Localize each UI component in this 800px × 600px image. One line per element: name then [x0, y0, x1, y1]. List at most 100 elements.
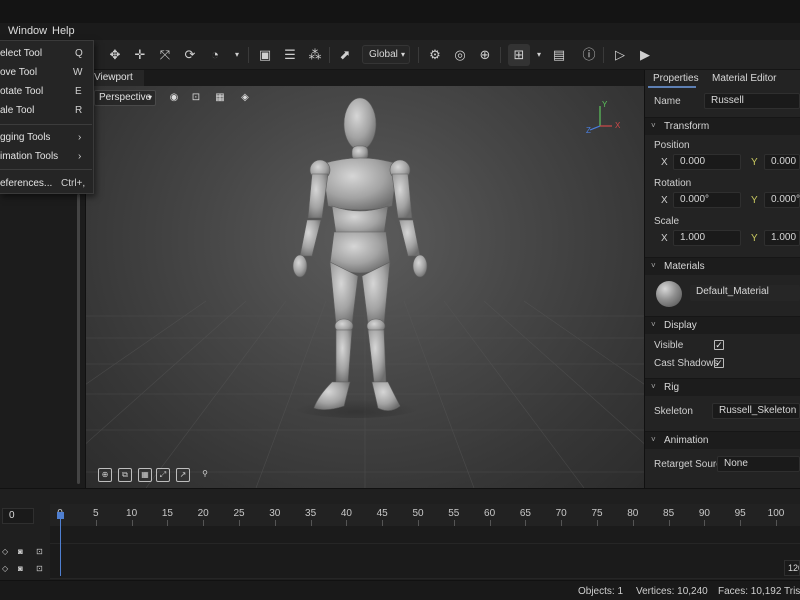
tab-properties[interactable]: Properties — [653, 73, 699, 84]
timeline-track[interactable] — [50, 526, 800, 544]
menu-item-rigging-tools[interactable]: gging Tools › — [0, 129, 92, 147]
scale-label: Scale — [654, 216, 680, 227]
info-icon[interactable]: ⓘ — [580, 46, 598, 64]
layout-grid-icon[interactable]: ⊞ — [510, 46, 528, 64]
section-materials[interactable]: ˅ Materials — [645, 257, 800, 275]
rotation-y-label: Y — [751, 195, 758, 206]
camera-icon[interactable]: ◙ — [18, 547, 23, 556]
keyframe-icon[interactable]: ◇ — [2, 564, 8, 573]
material-preview-sphere[interactable] — [656, 281, 682, 307]
chevron-right-icon: › — [78, 151, 82, 162]
menu-item-rotate-tool[interactable]: otate Tool E — [0, 83, 92, 101]
select-pointer-icon[interactable]: ⬈ — [336, 46, 354, 64]
retarget-source-field[interactable]: None — [717, 456, 800, 472]
tab-material-editor[interactable]: Material Editor — [712, 73, 776, 84]
menu-item-shortcut: Ctrl+, — [61, 178, 86, 189]
frame-selected-icon[interactable]: ⊕ — [98, 468, 112, 482]
maximize-icon[interactable]: ⤢ — [156, 468, 170, 482]
position-y-field[interactable]: 0.000 — [764, 154, 800, 170]
visible-checkbox[interactable]: ✓ — [714, 340, 724, 350]
pose-icon[interactable]: ⚲ — [198, 468, 212, 482]
current-frame-field[interactable]: 0 — [2, 508, 34, 524]
move-icon[interactable]: ✥ — [106, 46, 124, 64]
cast-shadows-checkbox[interactable]: ✓ — [714, 358, 724, 368]
lock-icon[interactable]: ⊡ — [36, 547, 43, 556]
rotation-x-label: X — [661, 195, 668, 206]
timeline-tick-label: 5 — [93, 508, 99, 519]
chevron-down-icon[interactable]: ▾ — [228, 46, 246, 64]
section-display-label: Display — [664, 320, 697, 331]
transform-mode-icon[interactable]: ◔ — [206, 46, 224, 64]
playhead-handle[interactable] — [57, 512, 64, 519]
transform-space-dropdown[interactable]: Global ▾ — [362, 45, 410, 64]
material-slot[interactable]: Default_Material — [690, 285, 800, 301]
timeline-tick-label: 30 — [269, 508, 281, 519]
rotate-icon[interactable]: ⟳ — [181, 46, 199, 64]
viewport[interactable]: Y X Z — [86, 86, 644, 488]
transform-space-value: Global — [369, 49, 398, 60]
timeline-tick-label: 50 — [412, 508, 424, 519]
menu-item-move-tool[interactable]: ove Tool W — [0, 64, 92, 82]
grid-toggle-icon[interactable]: ▦ — [138, 468, 152, 482]
camera-icon[interactable]: ◙ — [18, 564, 23, 573]
menu-item-animation-tools[interactable]: imation Tools › — [0, 148, 92, 166]
tab-viewport[interactable]: Viewport — [88, 70, 144, 86]
section-animation[interactable]: ˅ Animation — [645, 431, 800, 449]
camera-icon[interactable]: ⧉ — [118, 468, 132, 482]
keyframe-icon[interactable]: ◇ — [2, 547, 8, 556]
chevron-down-icon: ˅ — [651, 261, 656, 270]
menu-item-scale-tool[interactable]: ale Tool R — [0, 102, 92, 120]
menu-window[interactable]: Window — [8, 25, 47, 37]
snap-icon[interactable]: ↗ — [176, 468, 190, 482]
section-display[interactable]: ˅ Display — [645, 316, 800, 334]
target-icon[interactable]: ◎ — [451, 46, 469, 64]
rotation-x-field[interactable]: 0.000° — [673, 192, 741, 208]
overlay-icon[interactable]: ▦ — [212, 90, 228, 106]
timeline-tick-label: 65 — [519, 508, 531, 519]
snap-grid-icon[interactable]: ▣ — [256, 46, 274, 64]
render-settings-icon[interactable]: ▤ — [550, 46, 568, 64]
timeline-track[interactable] — [50, 544, 800, 562]
playhead[interactable] — [60, 512, 61, 576]
status-faces: Faces: 10,192 — [718, 586, 782, 597]
timeline-tick-label: 95 — [734, 508, 746, 519]
rotation-y-field[interactable]: 0.000° — [764, 192, 800, 208]
menu-item-label: imation Tools — [0, 151, 59, 162]
position-x-field[interactable]: 0.000 — [673, 154, 741, 170]
zoom-icon[interactable]: ⊕ — [476, 46, 494, 64]
chevron-down-icon[interactable]: ▾ — [530, 46, 548, 64]
play-forward-icon[interactable]: ▶ — [636, 46, 654, 64]
pivot-icon[interactable]: ⁂ — [306, 46, 324, 64]
scale-y-field[interactable]: 1.000 — [764, 230, 800, 246]
gear-icon[interactable]: ⚙ — [426, 46, 444, 64]
scale-x-field[interactable]: 1.000 — [673, 230, 741, 246]
name-label: Name — [654, 96, 681, 107]
name-field[interactable]: Russell — [704, 93, 800, 109]
timeline-tick-label: 35 — [305, 508, 317, 519]
menu-item-label: otate Tool — [0, 86, 44, 97]
timeline-track[interactable] — [50, 561, 800, 579]
outliner-scrollbar[interactable] — [77, 194, 80, 484]
section-transform[interactable]: ˅ Transform — [645, 117, 800, 135]
timeline-tick-label: 80 — [627, 508, 639, 519]
translate-icon[interactable]: ✛ — [131, 46, 149, 64]
menu-divider — [0, 124, 92, 125]
end-frame-field[interactable]: 120 — [784, 560, 800, 576]
align-icon[interactable]: ☰ — [281, 46, 299, 64]
menu-help[interactable]: Help — [52, 25, 75, 37]
menu-item-select-tool[interactable]: elect Tool Q — [0, 45, 92, 63]
render-preview-icon[interactable]: ◈ — [237, 90, 253, 106]
timeline-tick-label: 55 — [448, 508, 460, 519]
projection-dropdown[interactable]: Perspective ▾ — [94, 90, 156, 106]
lock-icon[interactable]: ⊡ — [36, 564, 43, 573]
timeline-tick-label: 75 — [591, 508, 603, 519]
section-rig[interactable]: ˅ Rig — [645, 378, 800, 396]
menu-item-preferences[interactable]: eferences... Ctrl+, — [0, 175, 92, 193]
skeleton-field[interactable]: Russell_Skeleton — [712, 403, 800, 419]
menu-divider — [0, 169, 92, 170]
camera-frame-icon[interactable]: ⊡ — [188, 90, 204, 106]
scale-icon[interactable]: ⤧ — [156, 46, 174, 64]
shading-icon[interactable]: ◉ — [166, 90, 182, 106]
play-icon[interactable]: ▷ — [611, 46, 629, 64]
timeline-tick-label: 20 — [197, 508, 209, 519]
